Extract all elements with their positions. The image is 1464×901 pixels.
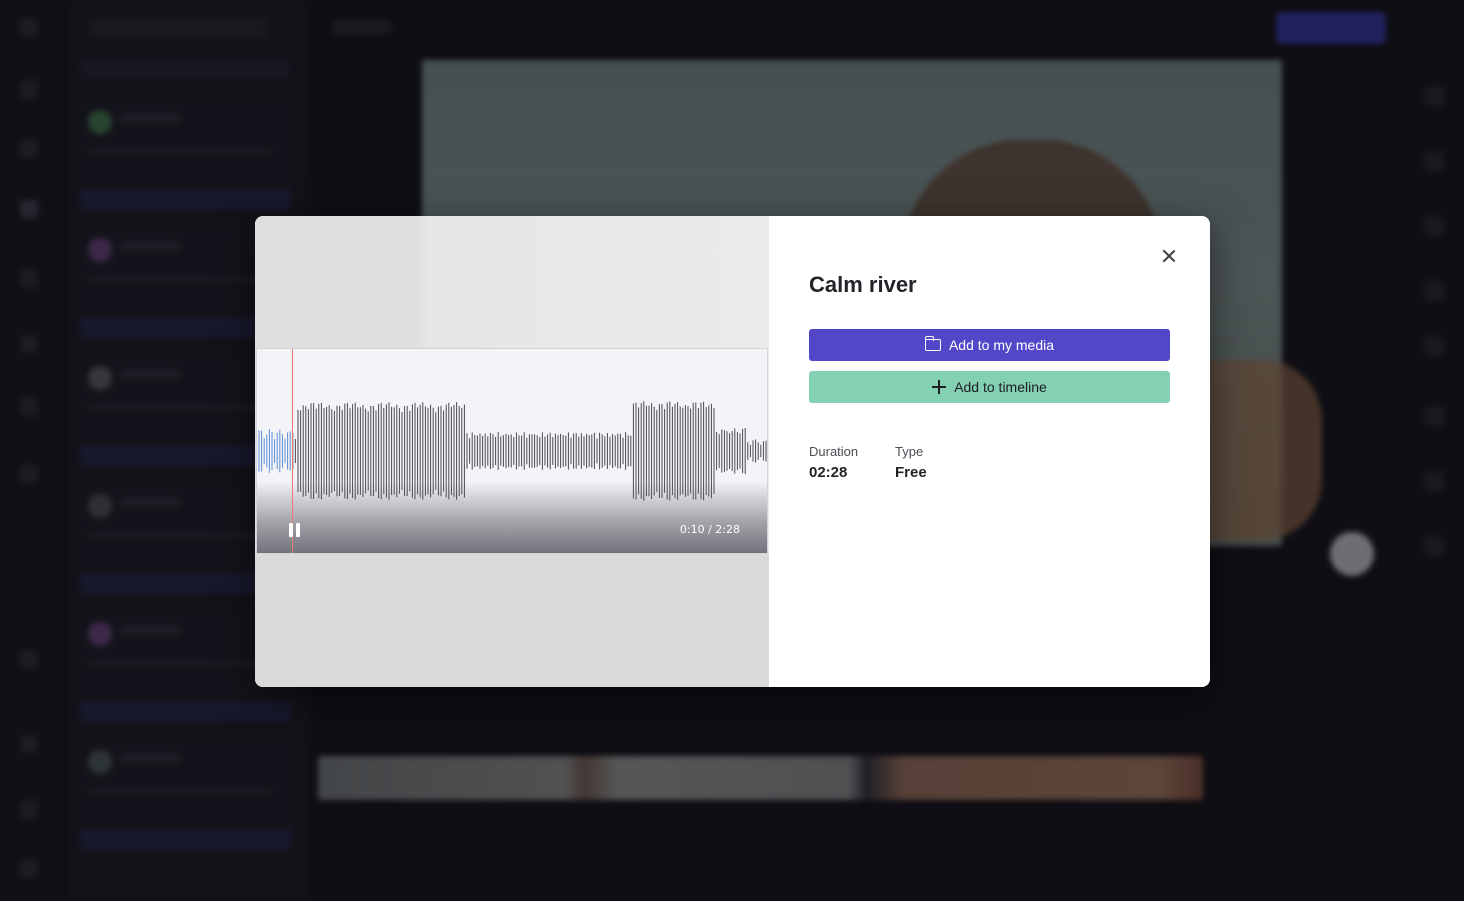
dialog-title: Calm river [809,272,917,297]
time-display: 0:10 / 2:28 [679,523,740,536]
close-icon[interactable] [1159,246,1179,266]
audio-player[interactable]: 0:10 / 2:28 [256,348,768,554]
plus-icon [932,380,947,394]
duration-value: 02:28 [809,464,848,481]
pause-icon [287,523,301,537]
type-meta: Type Free [895,444,927,481]
audio-preview-dialog: 0:10 / 2:28 Calm river Add to my media A… [255,216,1210,687]
folder-icon [924,336,941,351]
add-to-timeline-button[interactable]: Add to timeline [809,371,1170,403]
duration-label: Duration [809,444,859,459]
duration-meta: Duration 02:28 [809,444,858,481]
pause-button[interactable] [283,519,305,541]
media-preview-pane: 0:10 / 2:28 [255,216,769,687]
type-value: Free [895,464,927,481]
add-to-my-media-button[interactable]: Add to my media [809,329,1170,361]
type-label: Type [895,444,924,459]
add-to-my-media-label: Add to my media [948,337,1055,353]
add-to-timeline-label: Add to timeline [954,379,1047,395]
info-pane: Calm river Add to my media Add to timeli… [769,216,1210,687]
